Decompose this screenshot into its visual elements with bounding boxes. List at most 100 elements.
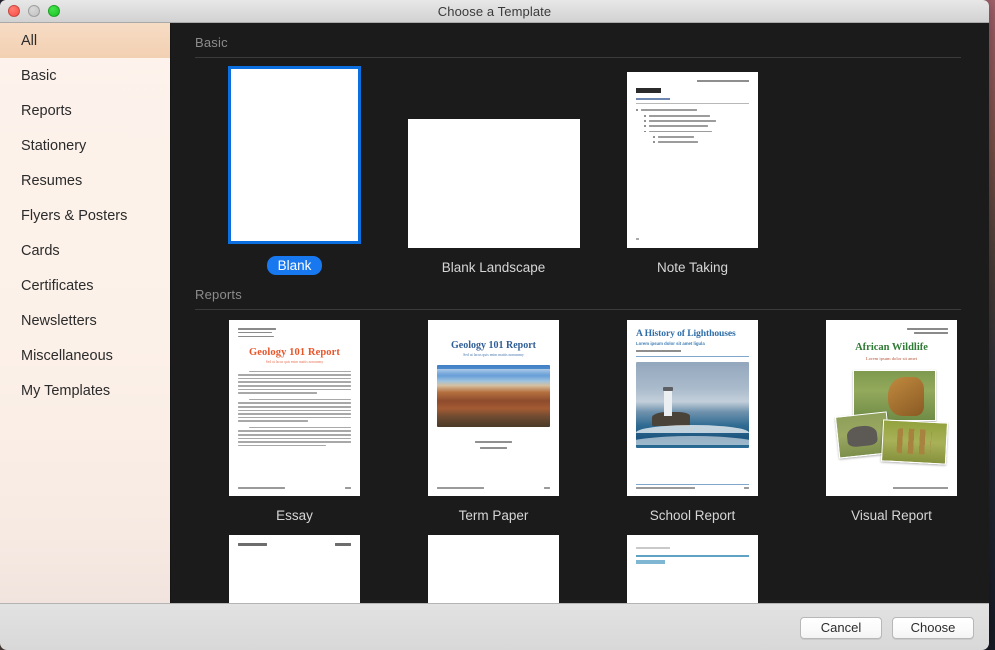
sidebar-item-certificates[interactable]: Certificates bbox=[0, 268, 170, 303]
term-paper-subtitle: Sed ut lacus quis enim mattis nonummy bbox=[437, 353, 550, 357]
school-report-meta bbox=[636, 350, 681, 352]
sidebar-item-my-templates[interactable]: My Templates bbox=[0, 373, 170, 408]
template-item-essay[interactable]: Geology 101 Report Sed ut lacus quis eni… bbox=[195, 316, 394, 523]
section-heading-reports: Reports bbox=[195, 275, 961, 309]
sidebar-item-resumes[interactable]: Resumes bbox=[0, 163, 170, 198]
sidebar-item-label: Miscellaneous bbox=[21, 348, 113, 364]
template-row-reports: Geology 101 Report Sed ut lacus quis eni… bbox=[195, 316, 961, 523]
sidebar-item-label: Flyers & Posters bbox=[21, 208, 127, 224]
template-item-blank-landscape[interactable]: Blank Landscape bbox=[394, 68, 593, 275]
sidebar-item-label: Resumes bbox=[21, 173, 82, 189]
template-item-partial[interactable] bbox=[394, 535, 593, 603]
sidebar-item-cards[interactable]: Cards bbox=[0, 233, 170, 268]
template-row-basic: Blank Blank Landscape bbox=[195, 64, 961, 275]
template-thumbnail-blank[interactable] bbox=[228, 66, 361, 244]
template-thumbnail-term-paper[interactable]: Geology 101 Report Sed ut lacus quis eni… bbox=[428, 320, 559, 496]
window-title: Choose a Template bbox=[438, 4, 551, 19]
template-thumbnail-partial[interactable] bbox=[428, 535, 559, 603]
school-report-footer bbox=[636, 484, 749, 489]
template-item-partial[interactable] bbox=[195, 535, 394, 603]
essay-meta bbox=[238, 328, 351, 337]
sidebar-item-all[interactable]: All bbox=[0, 23, 170, 58]
zoom-button[interactable] bbox=[48, 5, 60, 17]
template-thumbnail-blank-landscape[interactable] bbox=[408, 119, 580, 248]
note-bullet bbox=[636, 141, 749, 143]
window-body: All Basic Reports Stationery Resumes Fly… bbox=[0, 23, 989, 603]
sidebar-item-label: Certificates bbox=[21, 278, 94, 294]
note-rule bbox=[636, 103, 749, 104]
wildlife-photo-collage bbox=[835, 370, 948, 466]
template-label: Note Taking bbox=[657, 260, 728, 275]
template-label: Visual Report bbox=[851, 508, 932, 523]
template-thumbnail-essay[interactable]: Geology 101 Report Sed ut lacus quis eni… bbox=[229, 320, 360, 496]
template-label: Essay bbox=[276, 508, 313, 523]
minimize-button[interactable] bbox=[28, 5, 40, 17]
template-row-partial bbox=[195, 535, 961, 603]
template-item-note-taking[interactable]: Note Taking bbox=[593, 68, 792, 275]
visual-report-subtitle: Lorem ipsum dolor sit amet bbox=[835, 356, 948, 361]
close-button[interactable] bbox=[8, 5, 20, 17]
template-thumbnail-school-report[interactable]: A History of Lighthouses Lorem ipsum dol… bbox=[627, 320, 758, 496]
thumbnail-wrap: A History of Lighthouses Lorem ipsum dol… bbox=[627, 316, 758, 496]
sidebar-item-miscellaneous[interactable]: Miscellaneous bbox=[0, 338, 170, 373]
thumbnail-artwork: African Wildlife Lorem ipsum dolor sit a… bbox=[826, 320, 957, 496]
note-date-line bbox=[697, 80, 749, 82]
note-subject-line bbox=[636, 98, 670, 100]
choose-button[interactable]: Choose bbox=[892, 617, 974, 639]
template-item-partial[interactable] bbox=[593, 535, 792, 603]
template-label: School Report bbox=[650, 508, 736, 523]
visual-report-footer bbox=[893, 487, 948, 489]
essay-paragraph bbox=[238, 371, 351, 394]
sidebar-item-label: Basic bbox=[21, 68, 56, 84]
sidebar-item-label: Newsletters bbox=[21, 313, 97, 329]
term-paper-footer bbox=[437, 487, 550, 489]
template-label: Blank Landscape bbox=[442, 260, 546, 275]
template-thumbnail-visual-report[interactable]: African Wildlife Lorem ipsum dolor sit a… bbox=[826, 320, 957, 496]
dialog-footer: Cancel Choose bbox=[0, 603, 989, 650]
school-report-rule bbox=[636, 356, 749, 357]
traffic-light-group bbox=[8, 0, 60, 22]
note-bullet bbox=[636, 120, 749, 122]
thumbnail-artwork bbox=[229, 535, 360, 603]
section-heading-basic: Basic bbox=[195, 23, 961, 57]
template-item-visual-report[interactable]: African Wildlife Lorem ipsum dolor sit a… bbox=[792, 316, 989, 523]
sidebar-item-label: My Templates bbox=[21, 383, 110, 399]
thumbnail-wrap: African Wildlife Lorem ipsum dolor sit a… bbox=[826, 316, 957, 496]
note-page-number bbox=[636, 238, 639, 240]
thumbnail-artwork bbox=[627, 535, 758, 603]
category-sidebar: All Basic Reports Stationery Resumes Fly… bbox=[0, 23, 171, 603]
template-item-school-report[interactable]: A History of Lighthouses Lorem ipsum dol… bbox=[593, 316, 792, 523]
lighthouse-photo bbox=[636, 362, 749, 448]
thumbnail-wrap: Geology 101 Report Sed ut lacus quis eni… bbox=[229, 316, 360, 496]
sidebar-item-flyers-posters[interactable]: Flyers & Posters bbox=[0, 198, 170, 233]
template-item-term-paper[interactable]: Geology 101 Report Sed ut lacus quis eni… bbox=[394, 316, 593, 523]
template-thumbnail-note-taking[interactable] bbox=[627, 72, 758, 248]
sidebar-item-label: Stationery bbox=[21, 138, 86, 154]
template-thumbnail-partial[interactable] bbox=[229, 535, 360, 603]
template-gallery[interactable]: Basic Blank Blank Landscape bbox=[171, 23, 989, 603]
cancel-button[interactable]: Cancel bbox=[800, 617, 882, 639]
thumbnail-wrap bbox=[228, 64, 361, 244]
window-titlebar: Choose a Template bbox=[0, 0, 989, 23]
thumbnail-artwork: Geology 101 Report Sed ut lacus quis eni… bbox=[229, 320, 360, 496]
sidebar-item-label: Reports bbox=[21, 103, 72, 119]
term-paper-author bbox=[437, 441, 550, 449]
sidebar-item-label: Cards bbox=[21, 243, 60, 259]
sidebar-item-basic[interactable]: Basic bbox=[0, 58, 170, 93]
school-report-title: A History of Lighthouses bbox=[636, 328, 749, 339]
sidebar-item-stationery[interactable]: Stationery bbox=[0, 128, 170, 163]
term-paper-title: Geology 101 Report bbox=[437, 340, 550, 351]
template-thumbnail-partial[interactable] bbox=[627, 535, 758, 603]
thumbnail-wrap bbox=[408, 68, 580, 248]
sidebar-item-newsletters[interactable]: Newsletters bbox=[0, 303, 170, 338]
meerkat-photo bbox=[881, 420, 948, 466]
note-bullet bbox=[636, 125, 749, 127]
essay-title: Geology 101 Report bbox=[238, 347, 351, 358]
thumbnail-wrap: Geology 101 Report Sed ut lacus quis eni… bbox=[428, 316, 559, 496]
thumbnail-artwork: A History of Lighthouses Lorem ipsum dol… bbox=[627, 320, 758, 496]
template-item-blank[interactable]: Blank bbox=[195, 64, 394, 275]
note-bullet bbox=[636, 115, 749, 117]
sidebar-item-reports[interactable]: Reports bbox=[0, 93, 170, 128]
essay-subtitle: Sed ut lacus quis enim mattis nonummy bbox=[238, 360, 351, 364]
template-label: Term Paper bbox=[459, 508, 529, 523]
